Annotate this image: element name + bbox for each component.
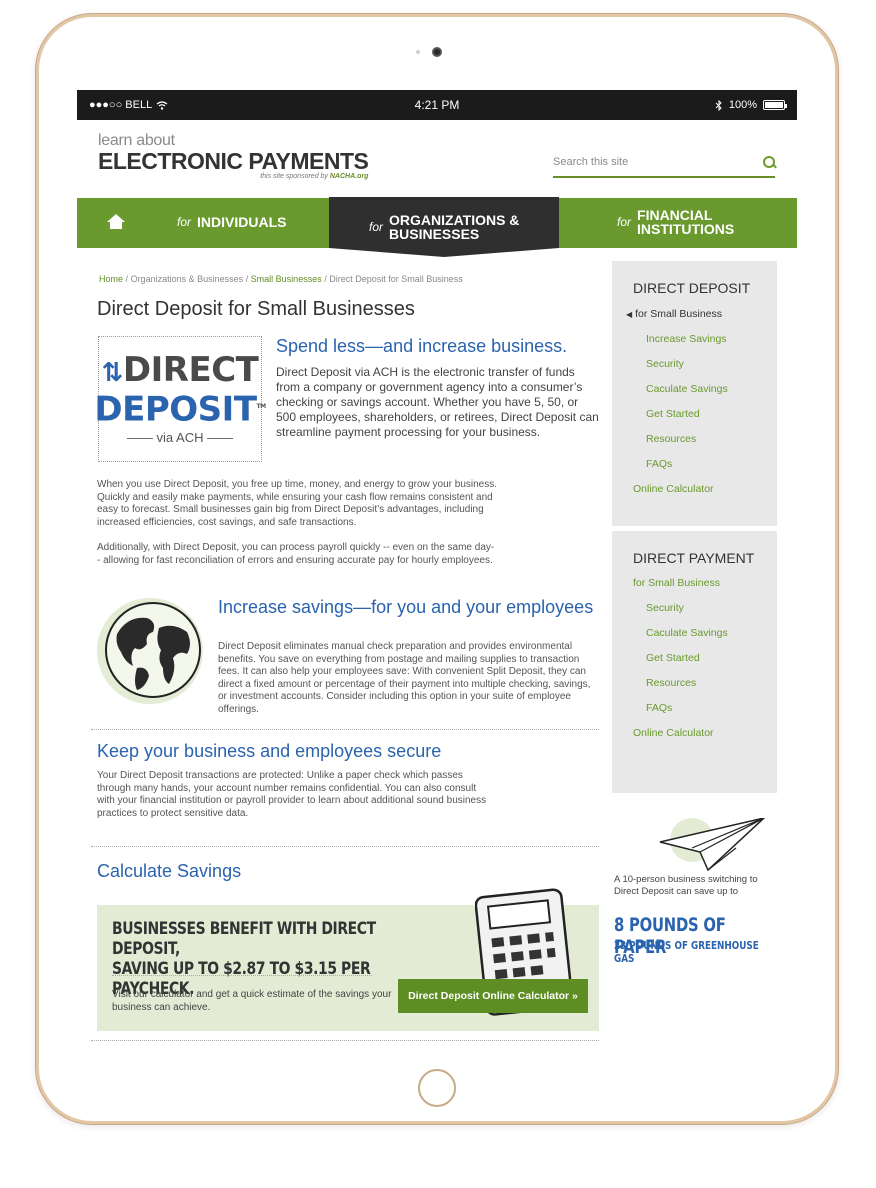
- section-divider: [91, 1040, 599, 1041]
- section-divider: [91, 846, 599, 847]
- transfer-arrows-icon: ⇅: [101, 358, 124, 389]
- paper-plane-icon: [659, 818, 766, 872]
- breadcrumb-organizations[interactable]: Organizations & Businesses: [131, 274, 244, 284]
- breadcrumb-current: Direct Deposit for Small Business: [329, 274, 463, 284]
- calc-divider: [112, 975, 372, 976]
- home-button[interactable]: [418, 1069, 456, 1107]
- sidebar-dp-list: for Small Business Security Caculate Sav…: [612, 577, 777, 752]
- sidebar-dd-get-started[interactable]: Get Started: [612, 408, 777, 433]
- sidebar-dp-security[interactable]: Security: [612, 602, 777, 627]
- logo-deposit-text: DEPOSIT: [94, 389, 257, 430]
- nav-label: ORGANIZATIONS & BUSINESSES: [389, 212, 520, 242]
- search-placeholder: Search this site: [553, 156, 629, 168]
- secure-text: Your Direct Deposit transactions are pro…: [97, 770, 487, 819]
- clock: 4:21 PM: [414, 98, 460, 112]
- logo-via-ach: —— via ACH ——: [126, 429, 234, 445]
- nav-for-label: for: [617, 215, 632, 229]
- calc-note: Visit our calculator and get a quick est…: [112, 989, 392, 1013]
- logo-sponsor: this site sponsored by NACHA.org: [98, 173, 368, 180]
- nav-for-label: for: [369, 220, 384, 234]
- page-title: Direct Deposit for Small Businesses: [97, 298, 415, 320]
- breadcrumb-sep: /: [125, 274, 129, 284]
- nav-for-label: for: [177, 215, 192, 229]
- site-header: learn about ELECTRONIC PAYMENTS this sit…: [77, 120, 797, 198]
- sidebar-dd-increase-savings[interactable]: Increase Savings: [612, 333, 777, 358]
- online-calculator-button[interactable]: Direct Deposit Online Calculator »: [398, 979, 588, 1013]
- sidebar-dp-title: DIRECT PAYMENT: [633, 550, 755, 566]
- breadcrumb-sep: /: [245, 274, 249, 284]
- sidebar-dd-title: DIRECT DEPOSIT: [633, 280, 751, 296]
- nav-organizations[interactable]: for ORGANIZATIONS & BUSINESSES: [329, 197, 559, 257]
- calc-benefit-line-1: BUSINESSES BENEFIT WITH DIRECT DEPOSIT,: [112, 919, 376, 959]
- site-logo[interactable]: learn about ELECTRONIC PAYMENTS this sit…: [98, 132, 369, 180]
- breadcrumb: Home / Organizations & Businesses / Smal…: [99, 274, 463, 284]
- calc-benefit-headline: BUSINESSES BENEFIT WITH DIRECT DEPOSIT, …: [112, 919, 440, 999]
- sponsor-name: NACHA.org: [329, 173, 369, 180]
- calculate-heading: Calculate Savings: [97, 861, 242, 881]
- calculator-promo: BUSINESSES BENEFIT WITH DIRECT DEPOSIT, …: [97, 888, 599, 1031]
- sidebar-dp-resources[interactable]: Resources: [612, 677, 777, 702]
- battery-icon: [763, 100, 787, 110]
- sidebar-direct-deposit: DIRECT DEPOSIT ◀ for Small Business Incr…: [612, 261, 777, 526]
- screen: ●●●○○ BELL 4:21 PM 100% learn about ELEC…: [77, 90, 797, 1050]
- lead-block: Spend less—and increase business. Direct…: [276, 336, 601, 440]
- sidebar-dd-faqs[interactable]: FAQs: [612, 458, 777, 483]
- sidebar-dd-security[interactable]: Security: [612, 358, 777, 383]
- sidebar-dp-calculate-savings[interactable]: Caculate Savings: [612, 627, 777, 652]
- logo-via-ach-text: via ACH: [156, 429, 204, 445]
- globe-icon: [105, 602, 201, 698]
- lead-heading: Spend less—and increase business.: [276, 336, 568, 356]
- promo-text: A 10-person business switching to Direct…: [614, 874, 758, 897]
- sidebar-dd-active[interactable]: ◀ for Small Business: [612, 308, 777, 333]
- sidebar-dp-get-started[interactable]: Get Started: [612, 652, 777, 677]
- savings-heading: Increase savings—for you and your employ…: [218, 597, 594, 617]
- front-sensor: [416, 50, 420, 54]
- intro-paragraph-2: Additionally, with Direct Deposit, you c…: [97, 542, 495, 566]
- section-divider: [91, 729, 599, 730]
- globe-illustration: [97, 598, 203, 704]
- main-content: Direct Deposit for Small Businesses ⇅DIR…: [91, 298, 602, 881]
- sidebar-dd-calculate-savings[interactable]: Caculate Savings: [612, 383, 777, 408]
- sidebar-dd-active-label: for Small Business: [635, 308, 723, 320]
- sidebar-dp-faqs[interactable]: FAQs: [612, 702, 777, 727]
- sponsor-prefix: this site sponsored by: [260, 173, 328, 180]
- breadcrumb-small-businesses[interactable]: Small Businesses: [251, 274, 322, 284]
- sidebar-dp-online-calculator[interactable]: Online Calculator: [612, 727, 777, 752]
- intro-paragraph-1: When you use Direct Deposit, you free up…: [97, 479, 498, 528]
- caret-left-icon: ◀: [626, 310, 633, 319]
- front-camera-icon: [432, 47, 442, 57]
- logo-direct: ⇅DIRECT: [102, 353, 259, 390]
- home-icon[interactable]: [107, 214, 125, 230]
- lead-text: Direct Deposit via ACH is the electronic…: [276, 365, 599, 439]
- nav-label: INDIVIDUALS: [197, 214, 287, 230]
- logo-big-text: ELECTRONIC PAYMENTS: [98, 148, 369, 174]
- nav-individuals[interactable]: for INDIVIDUALS: [177, 215, 286, 229]
- sidebar-dd-list: ◀ for Small Business Increase Savings Se…: [612, 308, 777, 508]
- search-icon[interactable]: [763, 156, 775, 168]
- direct-deposit-logo: ⇅DIRECT DEPOSITTM —— via ACH ——: [94, 336, 266, 462]
- sidebar-dd-resources[interactable]: Resources: [612, 433, 777, 458]
- search-input[interactable]: Search this site: [553, 148, 775, 178]
- promo-gas-stat: 23 POUNDS OF GREENHOUSE GAS: [614, 939, 759, 965]
- logo-deposit: DEPOSITTM: [94, 390, 267, 427]
- status-bar: ●●●○○ BELL 4:21 PM 100%: [77, 90, 797, 120]
- breadcrumb-sep: /: [324, 274, 327, 284]
- savings-text: Direct Deposit eliminates manual check p…: [218, 641, 591, 715]
- logo-direct-text: DIRECT: [122, 350, 259, 391]
- main-nav: for INDIVIDUALS for ORGANIZATIONS & BUSI…: [77, 197, 797, 257]
- secure-heading: Keep your business and employees secure: [97, 741, 442, 761]
- nav-financial-institutions[interactable]: for FINANCIAL INSTITUTIONS: [617, 208, 747, 236]
- logo-tm: TM: [256, 403, 267, 411]
- sidebar-dp-small-business[interactable]: for Small Business: [612, 577, 777, 602]
- nav-label: FINANCIAL INSTITUTIONS: [637, 207, 735, 237]
- continents-icon: [116, 617, 190, 690]
- sidebar-dd-online-calculator[interactable]: Online Calculator: [612, 483, 777, 508]
- sidebar-direct-payment: DIRECT PAYMENT for Small Business Securi…: [612, 531, 777, 793]
- breadcrumb-home[interactable]: Home: [99, 274, 123, 284]
